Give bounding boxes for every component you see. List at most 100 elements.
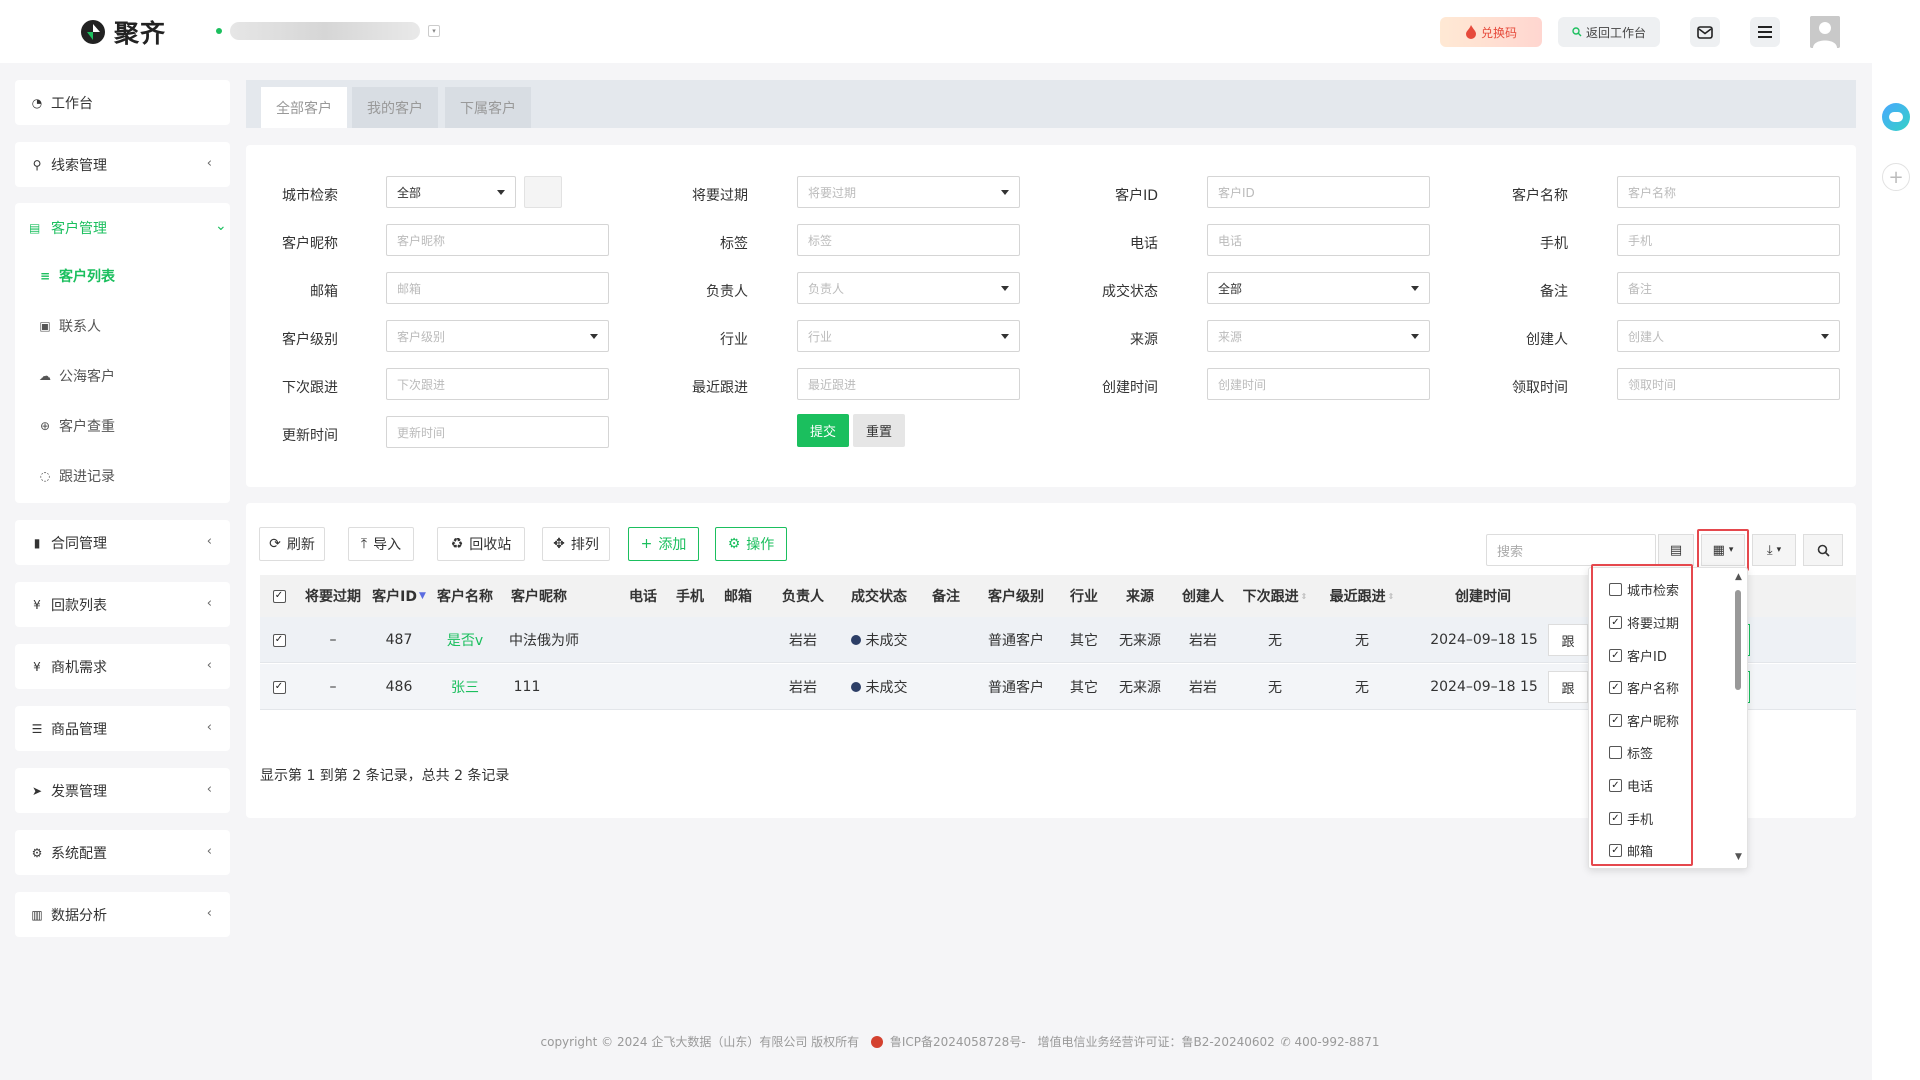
export-button[interactable]: ⤓ ▾ [1752, 534, 1796, 566]
column-header[interactable]: 将要过期 [298, 575, 368, 617]
sidebar-item-leads[interactable]: ⚲ 线索管理 ‹ [15, 142, 230, 187]
column-header[interactable]: 电话 [627, 575, 659, 617]
redeem-code-button[interactable]: 兑换码 [1440, 17, 1542, 47]
refresh-button[interactable]: ⟳ 刷新 [259, 527, 325, 561]
sidebar-item-contracts[interactable]: ▮ 合同管理 ‹ [15, 520, 230, 565]
sidebar-item-invoices[interactable]: ➤ 发票管理 ‹ [15, 768, 230, 813]
recycle-bin-button[interactable]: ♻ 回收站 [437, 527, 525, 561]
column-header[interactable]: 邮箱 [722, 575, 754, 617]
user-avatar[interactable] [1810, 16, 1840, 48]
column-header[interactable]: 客户级别 [982, 575, 1050, 617]
back-to-workbench-button[interactable]: 返回工作台 [1558, 17, 1660, 47]
column-header-sortable[interactable]: 客户ID ▼ [370, 575, 428, 617]
search-plus-icon: ⊕ [39, 419, 51, 433]
column-header[interactable]: 客户名称 [430, 575, 500, 617]
column-header[interactable]: 客户昵称 [502, 575, 576, 617]
tab-subordinate-customers[interactable]: 下属客户 [445, 87, 531, 128]
search-icon [1817, 544, 1830, 557]
brand-logo[interactable]: 聚齐 [78, 14, 166, 50]
column-header[interactable]: 备注 [930, 575, 962, 617]
followup-button[interactable]: 跟 [1548, 624, 1588, 656]
sidebar-subitem-label: 公海客户 [59, 369, 115, 385]
cell-level: 普通客户 [988, 633, 1044, 649]
column-header[interactable]: 行业 [1066, 575, 1102, 617]
next-followup-input[interactable]: 下次跟进 [386, 368, 609, 400]
expiring-select[interactable]: 将要过期 [797, 176, 1020, 208]
sidebar-item-customers[interactable]: ▤ 客户管理 ⌄ [29, 218, 227, 238]
menu-button[interactable] [1750, 17, 1780, 47]
select-placeholder: 来源 [1218, 329, 1243, 344]
column-header-sortable[interactable]: 下次跟进 ⇕ [1242, 575, 1308, 617]
followup-button[interactable]: 跟 [1548, 671, 1588, 703]
column-header[interactable]: 手机 [674, 575, 706, 617]
cell-status: 未成交 [846, 617, 912, 663]
tenant-selector[interactable]: ▾ [216, 22, 440, 40]
sidebar-subitem-public-pool[interactable]: ☁ 公海客户 [37, 366, 115, 386]
phone-input[interactable]: 电话 [1207, 224, 1430, 256]
owner-select[interactable]: 负责人 [797, 272, 1020, 304]
customer-nickname-input[interactable]: 客户昵称 [386, 224, 609, 256]
mobile-input[interactable]: 手机 [1617, 224, 1840, 256]
recent-followup-input[interactable]: 最近跟进 [797, 368, 1020, 400]
police-badge-icon [870, 1036, 883, 1048]
column-header[interactable]: 成交状态 [846, 575, 912, 617]
column-header-label: 最近跟进 [1329, 589, 1386, 605]
updated-time-input[interactable]: 更新时间 [386, 416, 609, 448]
tab-my-customers[interactable]: 我的客户 [352, 87, 438, 128]
email-input[interactable]: 邮箱 [386, 272, 609, 304]
sort-button[interactable]: ✥ 排列 [542, 527, 610, 561]
created-time-input[interactable]: 创建时间 [1207, 368, 1430, 400]
sidebar-subitem-contacts[interactable]: ▣ 联系人 [37, 316, 101, 336]
chat-assistant-button[interactable] [1882, 103, 1910, 131]
sidebar-item-payments[interactable]: ¥ 回款列表 ‹ [15, 582, 230, 627]
industry-select[interactable]: 行业 [797, 320, 1020, 352]
cell-customer-name-link[interactable]: 张三 [430, 664, 500, 710]
search-toggle-button[interactable] [1803, 534, 1843, 566]
add-widget-button[interactable]: + [1882, 163, 1910, 191]
dropdown-scrollbar[interactable] [1735, 590, 1741, 690]
add-button[interactable]: + 添加 [628, 527, 699, 561]
scroll-up-arrow-icon[interactable]: ▲ [1735, 572, 1742, 582]
import-button[interactable]: ⤒ 导入 [348, 527, 414, 561]
city-search-extra-box[interactable] [524, 176, 562, 208]
sidebar-item-workbench[interactable]: ◔ 工作台 [15, 80, 230, 125]
sidebar-item-products[interactable]: ☰ 商品管理 ‹ [15, 706, 230, 751]
city-search-select[interactable]: 全部 [386, 176, 516, 208]
customer-level-select[interactable]: 客户级别 [386, 320, 609, 352]
row-checkbox[interactable]: ✓ [272, 633, 286, 647]
creator-select[interactable]: 创建人 [1617, 320, 1840, 352]
customer-id-input[interactable]: 客户ID [1207, 176, 1430, 208]
row-checkbox[interactable]: ✓ [272, 680, 286, 694]
reset-button[interactable]: 重置 [853, 414, 905, 447]
sidebar-item-analytics[interactable]: ▥ 数据分析 ‹ [15, 892, 230, 937]
claim-time-input[interactable]: 领取时间 [1617, 368, 1840, 400]
column-header[interactable]: 创建时间 [1448, 575, 1518, 617]
mail-button[interactable] [1690, 17, 1720, 47]
operations-button[interactable]: ⚙ 操作 [715, 527, 787, 561]
tag-input[interactable]: 标签 [797, 224, 1020, 256]
sidebar-subitem-followups[interactable]: ◌ 跟进记录 [37, 466, 115, 486]
customer-name-input[interactable]: 客户名称 [1617, 176, 1840, 208]
cell-customer-name-link[interactable]: 是否v [430, 617, 500, 663]
scroll-down-arrow-icon[interactable]: ▼ [1735, 852, 1742, 862]
deal-status-select[interactable]: 全部 [1207, 272, 1430, 304]
tab-all-customers[interactable]: 全部客户 [261, 87, 347, 128]
cell-source: 无来源 [1119, 680, 1161, 696]
sidebar-subitem-dedupe[interactable]: ⊕ 客户查重 [37, 416, 115, 436]
caret-down-icon[interactable]: ▾ [428, 25, 440, 37]
chevron-left-icon: ‹ [206, 720, 212, 735]
remark-input[interactable]: 备注 [1617, 272, 1840, 304]
submit-button[interactable]: 提交 [797, 414, 849, 447]
table-search-input[interactable]: 搜索 [1486, 534, 1656, 566]
source-select[interactable]: 来源 [1207, 320, 1430, 352]
select-all-checkbox[interactable]: ✓ [272, 589, 286, 603]
column-header[interactable]: 负责人 [778, 575, 828, 617]
toggle-view-button[interactable]: ▤ [1658, 534, 1694, 566]
sidebar-subitem-customer-list[interactable]: ≡ 客户列表 [37, 266, 115, 286]
column-header[interactable]: 创建人 [1178, 575, 1228, 617]
column-header[interactable]: 来源 [1116, 575, 1164, 617]
sidebar-item-opportunities[interactable]: ¥ 商机需求 ‹ [15, 644, 230, 689]
column-header-sortable[interactable]: 最近跟进 ⇕ [1328, 575, 1396, 617]
icp-link[interactable]: 鲁ICP备2024058728号- [890, 1035, 1026, 1049]
sidebar-item-settings[interactable]: ⚙ 系统配置 ‹ [15, 830, 230, 875]
